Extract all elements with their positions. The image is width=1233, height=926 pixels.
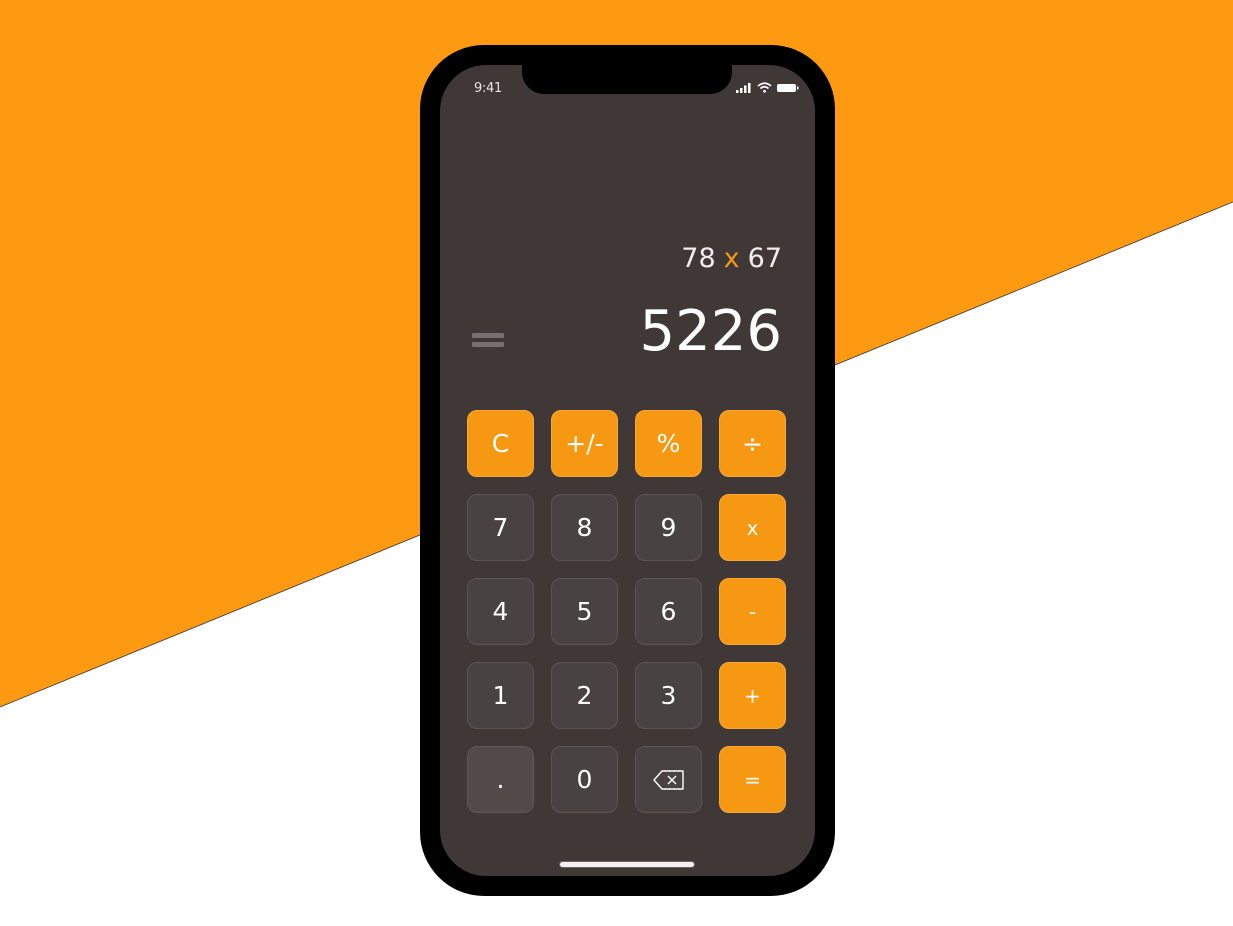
result-display: 5226 xyxy=(639,299,782,364)
calculator-screen: 9:41 78 x 67 5226 C +/- % ÷ 7 8 9 x 4 5 … xyxy=(440,65,815,876)
digit-3-button[interactable]: 3 xyxy=(635,662,702,729)
decimal-button[interactable]: . xyxy=(467,746,534,813)
battery-icon xyxy=(777,83,799,92)
digit-6-button[interactable]: 6 xyxy=(635,578,702,645)
keypad: C +/- % ÷ 7 8 9 x 4 5 6 - 1 2 3 + . 0 = xyxy=(467,410,786,813)
backspace-button[interactable] xyxy=(635,746,702,813)
plus-button[interactable]: + xyxy=(719,662,786,729)
wifi-icon xyxy=(757,82,772,93)
operator-symbol: x xyxy=(723,243,740,274)
clear-button[interactable]: C xyxy=(467,410,534,477)
multiply-label: x xyxy=(746,515,759,540)
equals-button[interactable]: = xyxy=(719,746,786,813)
digit-7-button[interactable]: 7 xyxy=(467,494,534,561)
equals-indicator-icon xyxy=(472,329,504,351)
cellular-signal-icon xyxy=(736,82,751,93)
phone-frame: 9:41 78 x 67 5226 C +/- % ÷ 7 8 9 x 4 5 … xyxy=(420,45,835,896)
phone-notch xyxy=(522,65,732,94)
operand-b: 67 xyxy=(747,243,782,274)
digit-8-button[interactable]: 8 xyxy=(551,494,618,561)
digit-2-button[interactable]: 2 xyxy=(551,662,618,729)
multiply-button[interactable]: x xyxy=(719,494,786,561)
backspace-icon xyxy=(652,769,684,790)
digit-5-button[interactable]: 5 xyxy=(551,578,618,645)
equals-label: = xyxy=(744,767,761,792)
divide-button[interactable]: ÷ xyxy=(719,410,786,477)
digit-9-button[interactable]: 9 xyxy=(635,494,702,561)
operand-a: 78 xyxy=(681,243,716,274)
sign-toggle-button[interactable]: +/- xyxy=(551,410,618,477)
digit-1-button[interactable]: 1 xyxy=(467,662,534,729)
minus-button[interactable]: - xyxy=(719,578,786,645)
plus-label: + xyxy=(744,683,761,708)
expression-display: 78 x 67 xyxy=(681,243,782,274)
status-icons xyxy=(736,82,799,93)
digit-4-button[interactable]: 4 xyxy=(467,578,534,645)
percent-button[interactable]: % xyxy=(635,410,702,477)
minus-label: - xyxy=(748,599,757,624)
home-indicator[interactable] xyxy=(560,862,694,867)
status-time: 9:41 xyxy=(474,81,502,96)
digit-0-button[interactable]: 0 xyxy=(551,746,618,813)
